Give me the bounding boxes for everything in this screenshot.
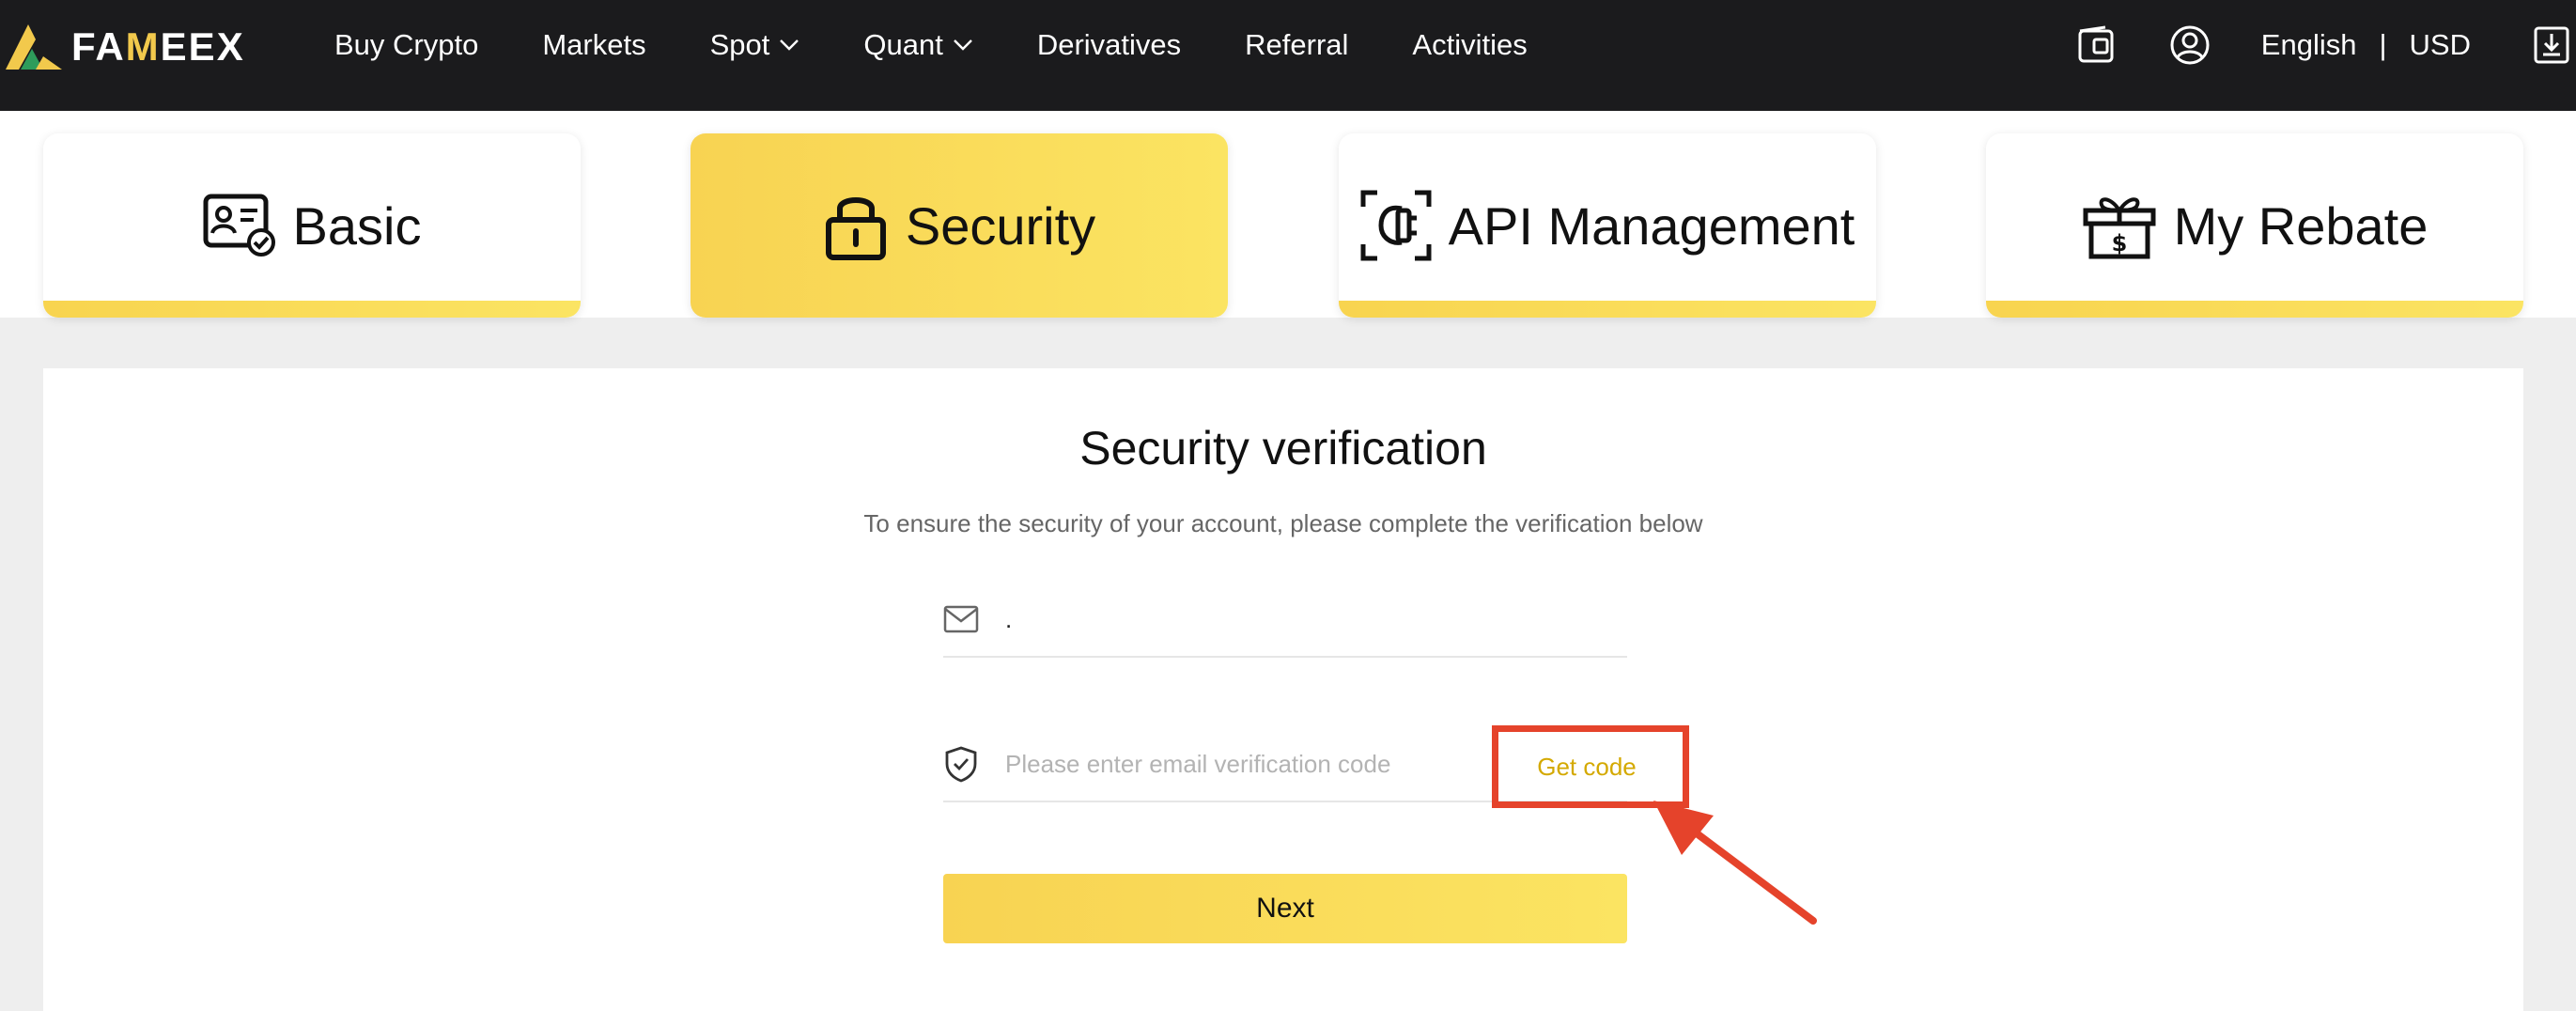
nav-spot[interactable]: Spot [710,28,800,62]
main-nav: Buy Crypto Markets Spot Quant Derivative… [334,0,1591,90]
language-currency-separator: | [2379,28,2387,61]
currency-selector[interactable]: USD [2410,28,2471,62]
tab-label: My Rebate [2173,195,2429,256]
next-button[interactable]: Next [943,874,1627,943]
tab-underline [1339,301,1876,318]
nav-referral[interactable]: Referral [1245,28,1348,62]
mail-icon [943,605,985,633]
security-verification-panel: Security verification To ensure the secu… [43,368,2523,1011]
email-field-row [943,583,1627,658]
tab-my-rebate[interactable]: $ My Rebate [1986,133,2523,318]
nav-buy-crypto[interactable]: Buy Crypto [334,28,478,62]
id-card-check-icon [203,194,275,257]
fameex-logo[interactable]: FAMEEX [0,21,245,73]
page-subtitle: To ensure the security of your account, … [863,509,1703,537]
tab-label: API Management [1448,195,1855,256]
gift-dollar-icon: $ [2083,197,2156,259]
header-tools: English | USD [2077,0,2576,90]
lock-icon [825,197,886,260]
svg-text:$: $ [2111,230,2127,257]
nav-quant[interactable]: Quant [863,28,972,62]
nav-activities[interactable]: Activities [1412,28,1527,62]
logo-wordmark: FAMEEX [71,24,245,69]
download-icon[interactable] [2533,25,2570,65]
account-tabs-strip: Basic Security API Management $ My Rebat… [0,111,2576,318]
tab-label: Basic [292,195,422,256]
nav-markets[interactable]: Markets [542,28,645,62]
user-account-icon[interactable] [2169,24,2211,66]
language-selector[interactable]: English [2261,28,2357,62]
fameex-logo-icon [6,24,62,70]
tab-underline [1986,301,2523,318]
chevron-down-icon [953,39,972,51]
api-plug-icon [1360,190,1432,261]
tab-security[interactable]: Security [691,133,1228,318]
chevron-down-icon [780,39,799,51]
email-input[interactable] [1005,604,1627,634]
nav-derivatives[interactable]: Derivatives [1037,28,1181,62]
tab-api-management[interactable]: API Management [1339,133,1876,318]
shield-check-icon [943,745,985,783]
wallet-icon[interactable] [2077,25,2115,65]
tab-underline [43,301,581,318]
get-code-button[interactable]: Get code [1488,725,1685,808]
top-navigation-bar: FAMEEX Buy Crypto Markets Spot Quant Der… [0,0,2576,111]
tab-label: Security [905,195,1096,256]
tab-basic[interactable]: Basic [43,133,581,318]
page-title: Security verification [1079,422,1487,474]
